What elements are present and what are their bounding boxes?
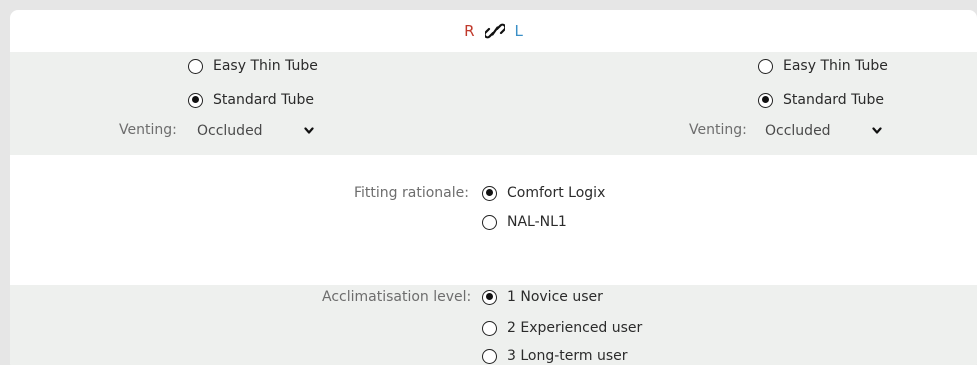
fitting-rationale-label: Fitting rationale: <box>354 185 469 201</box>
left-venting-select[interactable]: Occluded <box>765 122 882 140</box>
radio-icon <box>188 58 203 74</box>
left-ear-label: L <box>514 22 523 40</box>
radio-selected-icon <box>482 185 497 201</box>
radio-icon <box>482 348 497 364</box>
fitting-comfort-logix-radio[interactable]: Comfort Logix <box>482 185 605 201</box>
acclimatisation-long-term-radio[interactable]: 3 Long-term user <box>482 348 628 364</box>
link-icon[interactable] <box>484 23 505 39</box>
radio-label: Standard Tube <box>783 92 884 108</box>
right-venting-select[interactable]: Occluded <box>197 122 314 140</box>
radio-label: Comfort Logix <box>507 185 606 201</box>
radio-selected-icon <box>188 92 203 108</box>
acclimatisation-level-label: Acclimatisation level: <box>322 289 472 305</box>
radio-icon <box>758 58 773 74</box>
radio-selected-icon <box>758 92 773 108</box>
radio-label: 2 Experienced user <box>507 320 643 336</box>
radio-label: Easy Thin Tube <box>213 58 318 74</box>
chevron-down-icon <box>304 127 314 134</box>
radio-label: 1 Novice user <box>507 289 603 305</box>
right-easy-thin-tube-radio[interactable]: Easy Thin Tube <box>188 58 318 74</box>
radio-label: 3 Long-term user <box>507 348 628 364</box>
left-venting-label: Venting: <box>689 122 747 138</box>
acclimatisation-novice-radio[interactable]: 1 Novice user <box>482 289 603 305</box>
radio-selected-icon <box>482 289 497 305</box>
left-easy-thin-tube-radio[interactable]: Easy Thin Tube <box>758 58 888 74</box>
radio-icon <box>482 214 497 230</box>
right-ear-label: R <box>464 22 475 40</box>
acclimatisation-experienced-radio[interactable]: 2 Experienced user <box>482 320 642 336</box>
chevron-down-icon <box>872 127 882 134</box>
right-standard-tube-radio[interactable]: Standard Tube <box>188 92 314 108</box>
fitting-nal-nl1-radio[interactable]: NAL-NL1 <box>482 214 567 230</box>
radio-label: Easy Thin Tube <box>783 58 888 74</box>
right-venting-value: Occluded <box>197 123 263 139</box>
radio-label: NAL-NL1 <box>507 214 567 230</box>
left-standard-tube-radio[interactable]: Standard Tube <box>758 92 884 108</box>
radio-label: Standard Tube <box>213 92 314 108</box>
settings-card: R L Easy Thin Tube Standard Tube Venting… <box>10 10 977 365</box>
left-venting-value: Occluded <box>765 123 831 139</box>
ear-side-header: R L <box>10 10 977 52</box>
radio-icon <box>482 320 497 336</box>
right-venting-label: Venting: <box>119 122 177 138</box>
